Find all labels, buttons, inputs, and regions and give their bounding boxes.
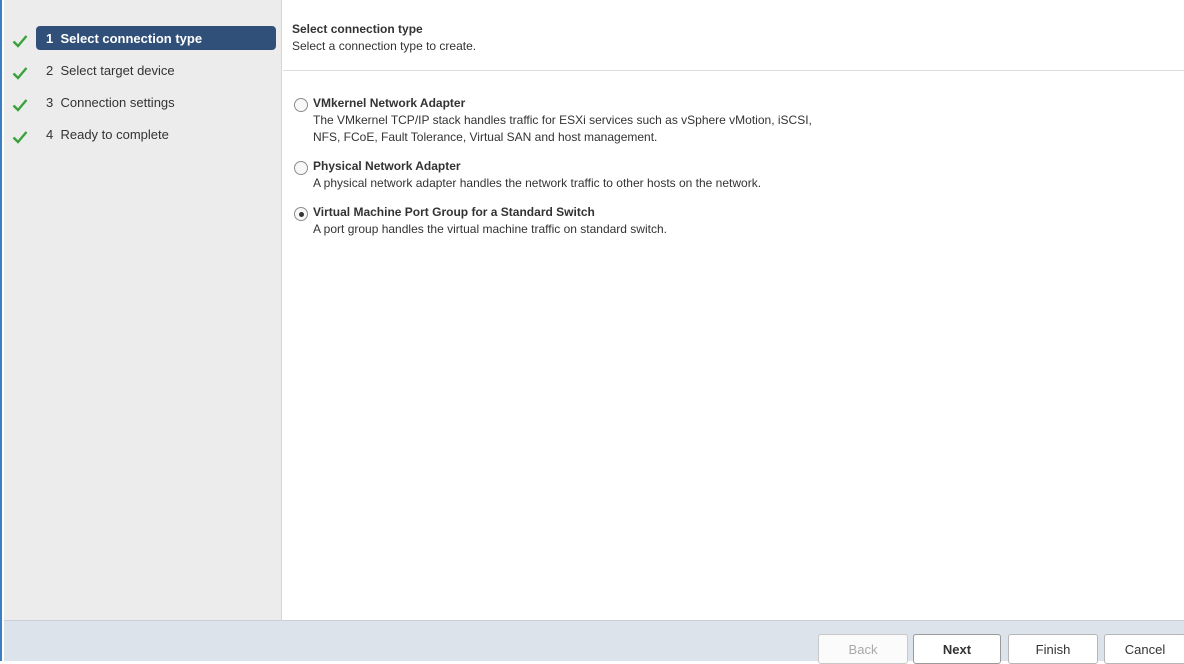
wizard-steps-sidebar: 1 Select connection type 2 Select target…	[4, 0, 282, 620]
step-label: Connection settings	[60, 94, 175, 110]
check-icon	[10, 63, 30, 83]
radio-button[interactable]	[294, 98, 308, 112]
option-vm-port-group-standard-switch[interactable]: Virtual Machine Port Group for a Standar…	[293, 204, 1184, 238]
radio-dot-icon	[298, 211, 304, 217]
next-button[interactable]: Next	[913, 634, 1001, 664]
check-icon	[10, 95, 30, 115]
step-number: 1	[46, 30, 54, 46]
option-title[interactable]: Virtual Machine Port Group for a Standar…	[313, 204, 1184, 221]
option-vmkernel-network-adapter[interactable]: VMkernel Network Adapter The VMkernel TC…	[293, 95, 1184, 146]
radio-button[interactable]	[294, 161, 308, 175]
step-label: Select target device	[60, 62, 175, 78]
option-description: NFS, FCoE, Fault Tolerance, Virtual SAN …	[313, 130, 658, 144]
wizard-footer: Back Next Finish Cancel	[4, 620, 1184, 664]
page-header: Select connection type Select a connecti…	[283, 0, 1184, 71]
option-description: A physical network adapter handles the n…	[313, 176, 762, 190]
step-number: 4	[46, 126, 54, 142]
option-physical-network-adapter[interactable]: Physical Network Adapter A physical netw…	[293, 158, 1184, 192]
wizard-dialog: 1 Select connection type 2 Select target…	[0, 0, 1184, 664]
back-button[interactable]: Back	[818, 634, 908, 664]
step-1-label[interactable]: 1 Select connection type	[36, 26, 276, 50]
step-number: 3	[46, 94, 54, 110]
step-4[interactable]: 4 Ready to complete	[4, 121, 282, 153]
step-label: Ready to complete	[60, 126, 169, 142]
step-3-label[interactable]: 3 Connection settings	[36, 90, 276, 114]
wizard-content: Select connection type Select a connecti…	[283, 0, 1184, 620]
connection-type-options: VMkernel Network Adapter The VMkernel TC…	[283, 71, 1184, 238]
radio-button-selected[interactable]	[294, 207, 308, 221]
check-icon	[10, 127, 30, 147]
option-description: A port group handles the virtual machine…	[313, 222, 667, 236]
page-title: Select connection type	[292, 22, 423, 36]
step-2[interactable]: 2 Select target device	[4, 57, 282, 89]
finish-button[interactable]: Finish	[1008, 634, 1098, 664]
cancel-button[interactable]: Cancel	[1104, 634, 1184, 664]
page-subtitle: Select a connection type to create.	[292, 39, 477, 53]
option-description: The VMkernel TCP/IP stack handles traffi…	[313, 113, 812, 127]
step-1[interactable]: 1 Select connection type	[4, 25, 282, 57]
step-3[interactable]: 3 Connection settings	[4, 89, 282, 121]
step-4-label[interactable]: 4 Ready to complete	[36, 122, 276, 146]
step-number: 2	[46, 62, 54, 78]
option-title[interactable]: VMkernel Network Adapter	[313, 95, 1184, 112]
option-title[interactable]: Physical Network Adapter	[313, 158, 1184, 175]
step-2-label[interactable]: 2 Select target device	[36, 58, 276, 82]
step-label: Select connection type	[60, 30, 203, 46]
check-icon	[10, 31, 30, 51]
